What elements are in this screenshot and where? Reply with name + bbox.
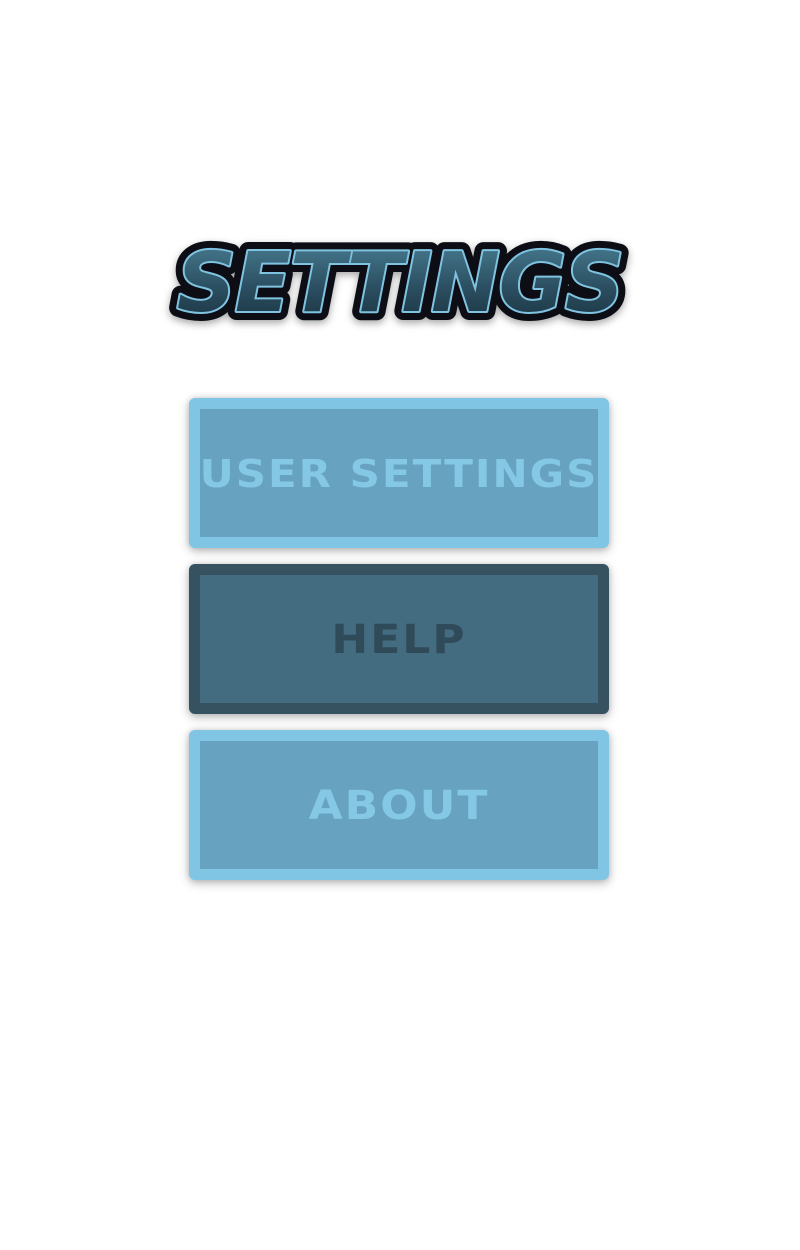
settings-title-logo: SETTINGS SETTINGS SETTINGS bbox=[150, 232, 650, 332]
about-button[interactable]: ABOUT bbox=[189, 730, 609, 880]
settings-menu: USER SETTINGS HELP ABOUT bbox=[189, 398, 609, 880]
about-label: ABOUT bbox=[308, 781, 490, 829]
help-button[interactable]: HELP bbox=[189, 564, 609, 714]
user-settings-label: USER SETTINGS bbox=[199, 450, 599, 496]
user-settings-button[interactable]: USER SETTINGS bbox=[189, 398, 609, 548]
help-label: HELP bbox=[331, 615, 467, 663]
title-graphic: SETTINGS SETTINGS SETTINGS bbox=[168, 232, 633, 332]
page-title: SETTINGS bbox=[177, 236, 623, 331]
settings-screen: SETTINGS SETTINGS SETTINGS USER SETTINGS… bbox=[0, 0, 800, 1250]
